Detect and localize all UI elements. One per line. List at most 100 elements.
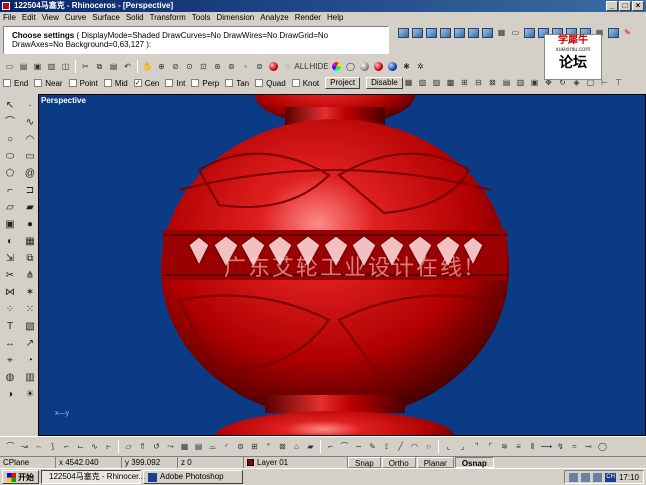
menu-dimension[interactable]: Dimension (213, 12, 257, 24)
checkbox-cen-checked[interactable]: ✓ (133, 79, 142, 87)
surface-split-icon[interactable]: ▨ (430, 76, 443, 89)
zoom-extents-icon[interactable]: ⊡ (197, 60, 210, 73)
surface-icon[interactable]: ▱ (2, 200, 18, 216)
mesh-icon[interactable]: ▦ (22, 234, 38, 250)
new-file-icon[interactable]: ▭ (3, 60, 16, 73)
offset-icon[interactable]: ⊐ (22, 183, 38, 199)
polygon-icon[interactable]: ⬠ (2, 166, 18, 182)
mirror-icon[interactable]: ▥ (514, 76, 527, 89)
osnap-end[interactable]: End (3, 79, 28, 88)
blend-surface-icon[interactable]: ⌓ (206, 440, 219, 453)
loft-icon[interactable]: ▰ (22, 200, 38, 216)
sphere-icon[interactable]: ● (22, 217, 38, 233)
arc-tool-icon[interactable]: ◠ (408, 440, 421, 453)
duplicate-edge-icon[interactable]: ⌜ (484, 440, 497, 453)
mesh-tool-icon[interactable]: ⊠ (276, 440, 289, 453)
circle-icon[interactable]: ○ (2, 132, 18, 148)
perspective-viewport[interactable]: Perspective 广东艾轮工业设计在线! x—y (38, 94, 646, 436)
menu-solid[interactable]: Solid (123, 12, 147, 24)
osnap-tan[interactable]: Tan (225, 79, 249, 88)
explode-tool-icon[interactable]: ✶ (22, 285, 38, 301)
open-file-icon[interactable]: ▤ (17, 60, 30, 73)
select-icon[interactable]: ▫ (239, 60, 252, 73)
rotate-view-icon[interactable]: ⊕ (155, 60, 168, 73)
dimension-tool-icon[interactable]: ↔ (2, 336, 18, 352)
maximize-viewport-icon[interactable]: ▭ (509, 26, 522, 39)
curve-extend-icon[interactable]: ↝ (18, 440, 31, 453)
wireframe-icon[interactable]: ◯ (344, 60, 357, 73)
hatch-icon[interactable]: ▧ (22, 319, 38, 335)
checkbox-int[interactable] (165, 79, 174, 87)
viewport-title[interactable]: Perspective (41, 96, 86, 105)
zoom-dynamic-icon[interactable]: ⊘ (169, 60, 182, 73)
copy-icon[interactable]: ⧉ (93, 60, 106, 73)
front-view-icon[interactable] (411, 26, 424, 39)
menu-render[interactable]: Render (292, 12, 324, 24)
circle-tool-icon[interactable]: ○ (422, 440, 435, 453)
copy-tool-icon[interactable]: ⧉ (22, 251, 38, 267)
checkbox-tan[interactable] (225, 79, 234, 87)
environment-icon[interactable]: ◑ (2, 387, 18, 403)
lock-icon[interactable]: ⊜ (253, 60, 266, 73)
tray-network-icon[interactable] (569, 472, 579, 482)
snap-pane[interactable]: Snap (348, 457, 381, 468)
select-arrow-icon[interactable]: ↖ (2, 98, 18, 114)
back-view-icon[interactable] (467, 26, 480, 39)
surface-trim-icon[interactable]: ▧ (416, 76, 429, 89)
osnap-mid[interactable]: Mid (103, 79, 128, 88)
ortho-pane[interactable]: Ortho (381, 457, 416, 468)
fair-icon[interactable]: ≈ (568, 440, 581, 453)
layer-icon[interactable] (607, 26, 620, 39)
patch-icon[interactable]: ▤ (192, 440, 205, 453)
polyline-icon[interactable]: ⌒ (2, 115, 18, 131)
undo-icon[interactable]: ↶ (121, 60, 134, 73)
split-icon[interactable]: ⋔ (22, 268, 38, 284)
shaded-icon[interactable] (358, 60, 371, 73)
curve-rebuild-icon[interactable]: ∿ (88, 440, 101, 453)
menu-curve[interactable]: Curve (62, 12, 89, 24)
pull-curve-icon[interactable]: ⌝ (470, 440, 483, 453)
control-points-icon[interactable]: ⁙ (22, 302, 38, 318)
project-button[interactable]: Project (325, 77, 361, 89)
menu-edit[interactable]: Edit (19, 12, 39, 24)
rectangle-icon[interactable]: ▭ (22, 149, 38, 165)
fillet-icon[interactable]: ⌐ (2, 183, 18, 199)
pencil-icon[interactable]: ✎ (621, 26, 634, 39)
interp-curve-icon[interactable]: ∼ (352, 440, 365, 453)
four-viewports-icon[interactable]: ▦ (495, 26, 508, 39)
osnap-perp[interactable]: Perp (191, 79, 219, 88)
zebra-icon[interactable]: ▥ (22, 370, 38, 386)
osnap-quad[interactable]: Quad (255, 79, 286, 88)
contour-icon[interactable]: ≋ (498, 440, 511, 453)
deg-curve-icon[interactable]: ↯ (554, 440, 567, 453)
checkbox-knot[interactable] (291, 79, 300, 87)
menu-analyze[interactable]: Analyze (257, 12, 291, 24)
checkbox-point[interactable] (68, 79, 77, 87)
right-view-icon[interactable] (425, 26, 438, 39)
close-button[interactable]: × (632, 1, 644, 11)
surface-from-curves-icon[interactable]: ▱ (122, 440, 135, 453)
checkbox-quad[interactable] (255, 79, 264, 87)
undo-view-icon[interactable]: ⊚ (225, 60, 238, 73)
osnap-knot[interactable]: Knot (291, 79, 319, 88)
boolean-icon[interactable]: ◐ (2, 234, 18, 250)
curve-chamfer-icon[interactable]: ⌙ (74, 440, 87, 453)
menu-tools[interactable]: Tools (189, 12, 214, 24)
left-view-icon[interactable] (481, 26, 494, 39)
current-layer[interactable]: Layer 01 (244, 457, 348, 468)
spiral-icon[interactable]: @ (22, 166, 38, 182)
render-preview-icon[interactable] (386, 60, 399, 73)
match-surface-icon[interactable]: ⊜ (234, 440, 247, 453)
options-icon[interactable]: ✲ (414, 60, 427, 73)
scale-icon[interactable]: ▣ (528, 76, 541, 89)
trim-icon[interactable]: ✂ (2, 268, 18, 284)
disable-button[interactable]: Disable (366, 77, 403, 89)
tray-app-icon[interactable] (593, 472, 603, 482)
osnap-pane[interactable]: Osnap (454, 457, 494, 468)
perspective-view-icon[interactable] (439, 26, 452, 39)
input-language-indicator[interactable]: CH (605, 472, 616, 482)
sweep-icon[interactable]: ⤳ (164, 440, 177, 453)
maximize-button[interactable]: □ (619, 1, 631, 11)
network-icon[interactable]: ▦ (178, 440, 191, 453)
project-curve-icon[interactable]: ⌟ (456, 440, 469, 453)
